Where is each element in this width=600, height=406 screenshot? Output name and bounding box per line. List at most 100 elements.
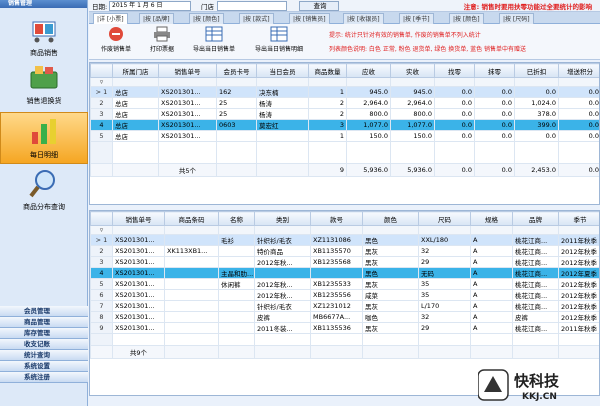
date-picker[interactable]: 2015 年 1 月 6 日 xyxy=(109,1,191,11)
table-row[interactable]: > 1 XS201301... 毛衫 针织衫/毛衣 XZ1131086 黑色 XXL/180… xyxy=(90,234,599,246)
summary-row: 共9个 xyxy=(90,345,599,359)
column-header[interactable]: 销售单号 xyxy=(158,63,217,78)
sidebar-item-label: 每日明细 xyxy=(30,151,58,159)
watermark-logo: 快科技 KKJ.CN xyxy=(477,368,596,402)
sidebar-item-label: 商品分布查询 xyxy=(23,203,65,211)
void-sale-button[interactable]: 作废销售单 xyxy=(93,26,139,53)
watermark-cn: 快科技 xyxy=(514,372,560,390)
filter-row[interactable]: ▿ xyxy=(90,77,599,87)
column-header[interactable]: 所属门店 xyxy=(112,63,159,78)
sidebar-item-label: 商品销售 xyxy=(30,49,58,57)
tab-salesperson[interactable]: |按 [销售员] xyxy=(289,13,330,24)
column-header[interactable] xyxy=(90,211,113,226)
filter-row[interactable]: ▿ xyxy=(90,225,599,235)
column-header[interactable]: 尺码 xyxy=(418,211,471,226)
export-details-button[interactable]: 导出当日销售明细 xyxy=(247,26,311,53)
tab-cashier[interactable]: |按 [收银员] xyxy=(343,13,384,24)
cart-icon xyxy=(27,14,61,46)
hint-text: 提示: 统计只针对有效的销售单, 作废的销售单不列入统计 xyxy=(329,32,481,39)
menu-product[interactable]: 商品管理 xyxy=(0,317,88,328)
menu-register[interactable]: 系统注册 xyxy=(0,372,88,383)
print-receipt-button[interactable]: 打印票据 xyxy=(143,26,181,53)
bar-chart-icon xyxy=(27,116,61,148)
sidebar-item-returns[interactable]: 销售退换货 xyxy=(0,62,88,106)
table-row[interactable]: 6 XS201301... 2012年秋... XB1235556 咸菜 35 A 桃花江商.… xyxy=(90,289,599,301)
query-button-label: 查询 xyxy=(313,2,327,10)
column-header[interactable]: 会员卡号 xyxy=(216,63,257,78)
tab-size[interactable]: |按 [尺码] xyxy=(499,13,534,24)
table-row-selected[interactable]: 4 XS201301... 主晶和肋... 黑色 无码 A 桃花江商... 2012年夏季 xyxy=(90,267,599,279)
menu-member[interactable]: 会员管理 xyxy=(0,306,88,317)
column-header[interactable]: 找零 xyxy=(434,63,475,78)
void-icon xyxy=(107,26,125,42)
table-row[interactable]: 2 XS201301... XK113XB1... 特价商品 XB1135570 黑灰 32… xyxy=(90,245,599,257)
export-sales-button[interactable]: 导出当日销售单 xyxy=(185,26,243,53)
column-header[interactable]: 销售单号 xyxy=(112,211,165,226)
column-header[interactable] xyxy=(90,63,113,78)
notice-text: 注意: 销售时要用扶零功能过全要统计的影响 xyxy=(463,3,592,11)
column-header[interactable]: 实收 xyxy=(390,63,435,78)
toolbar: 作废销售单 打印票据 导出当日销售单 导出当日销售明细 提示: 统计只针对有效的… xyxy=(89,24,600,60)
sidebar-header: 销售管理 xyxy=(0,0,87,8)
void-sale-label: 作废销售单 xyxy=(100,46,131,53)
tab-receipt[interactable]: |详 [小票] xyxy=(93,13,128,24)
table-row[interactable]: 5 总店 XS201301... 1 150.0 150.0 0.0 0.0 0.0 0.0 xyxy=(90,130,599,142)
printer-icon xyxy=(153,26,171,42)
column-header[interactable]: 已折扣 xyxy=(514,63,559,78)
column-header[interactable]: 抹零 xyxy=(474,63,515,78)
column-header[interactable]: 类别 xyxy=(254,211,311,226)
column-header[interactable]: 商品数量 xyxy=(308,63,347,78)
table-row[interactable]: 5 XS201301... 休闲裤 2012年秋... XB1235533 黑灰 35 A 桃花… xyxy=(90,278,599,290)
export-grid-icon xyxy=(205,26,223,42)
table-row[interactable]: 3 总店 XS201301... 25 杨涛 2 800.0 800.0 0.0 0.0 378.0… xyxy=(90,108,599,120)
column-header[interactable]: 品牌 xyxy=(512,211,559,226)
sidebar-bottom-menu: 会员管理 商品管理 库存管理 收支记账 统计查询 系统设置 系统注册 xyxy=(0,306,88,383)
menu-accounting[interactable]: 收支记账 xyxy=(0,339,88,350)
column-header[interactable]: 规格 xyxy=(470,211,513,226)
table-row-selected[interactable]: 4 总店 XS201301... 0603 莫宏红 3 1,077.0 1,077.0 0.0 0… xyxy=(90,119,599,131)
tab-color[interactable]: |按 [颜色] xyxy=(189,13,224,24)
menu-statistics[interactable]: 统计查询 xyxy=(0,350,88,361)
magnifier-icon xyxy=(27,168,61,200)
store-label: 门店 xyxy=(201,3,214,11)
export-details-label: 导出当日销售明细 xyxy=(254,46,303,53)
sidebar-item-daily-detail[interactable]: 每日明细 xyxy=(0,112,88,164)
color-legend-text: 列表颜色说明: 白色 正常, 粉色 退货单, 绿色 换货单, 蓝色 销售单中有赠… xyxy=(329,46,527,53)
sales-grid: 所属门店 销售单号 会员卡号 当日会员 商品数量 应收 实收 找零 抹零 已折扣… xyxy=(89,62,600,205)
export-grid-icon xyxy=(270,26,288,42)
column-header[interactable]: 颜色 xyxy=(362,211,419,226)
table-row[interactable]: > 1 总店 XS201301... 162 决东楠 1 945.0 945.0 0.0 0.0 0… xyxy=(90,86,599,98)
main-panel: 日期: 2015 年 1 月 6 日 门店 查询 注意: 销售时要用扶零功能过全… xyxy=(89,0,600,406)
column-header[interactable]: 款号 xyxy=(310,211,363,226)
filter-icon[interactable]: ▿ xyxy=(90,77,113,87)
column-header[interactable]: 名称 xyxy=(218,211,255,226)
sidebar-item-distribution-query[interactable]: 商品分布查询 xyxy=(0,168,88,212)
tab-bar: |详 [小票] |按 [品牌] |按 [颜色] |按 [款式] |按 [销售员]… xyxy=(89,12,600,24)
menu-inventory[interactable]: 库存管理 xyxy=(0,328,88,339)
tab-color-2[interactable]: |按 [颜色] xyxy=(449,13,484,24)
print-receipt-label: 打印票据 xyxy=(149,46,174,53)
table-row[interactable]: 9 XS201301... 2011冬装... XB1135536 黑灰 29 A 桃花江商.… xyxy=(90,322,599,334)
query-button[interactable]: 查询 xyxy=(299,1,339,11)
table-row[interactable]: 8 XS201301... 皮裤 MB6677A... 咖色 32 A 皮裤 2012年秋季 xyxy=(90,311,599,323)
tab-season[interactable]: |按 [季节] xyxy=(399,13,434,24)
summary-row: 共5个 9 5,936.0 5,936.0 0.0 0.0 2,453.0 0.0 xyxy=(90,163,599,177)
column-header[interactable]: 商品条码 xyxy=(164,211,219,226)
store-select[interactable] xyxy=(217,1,287,11)
tab-brand[interactable]: |按 [品牌] xyxy=(139,13,174,24)
sidebar-item-sales[interactable]: 商品销售 xyxy=(0,14,88,58)
sidebar-item-label: 销售退换货 xyxy=(26,97,62,105)
basket-icon xyxy=(27,62,61,94)
table-row[interactable]: 7 XS201301... 针织衫/毛衣 XZ1231012 黑灰 L/170 A 桃花江商.… xyxy=(90,300,599,312)
watermark-en: KKJ.CN xyxy=(522,392,557,402)
tab-style[interactable]: |按 [款式] xyxy=(239,13,274,24)
menu-settings[interactable]: 系统设置 xyxy=(0,361,88,372)
table-row[interactable]: 2 总店 XS201301... 25 杨涛 2 2,964.0 2,964.0 0.0 0.0 1… xyxy=(90,97,599,109)
column-header[interactable]: 当日会员 xyxy=(256,63,309,78)
sidebar: 销售管理 商品销售 销售退换货 每日明细 商品分布查询 会员管理 商品管理 库存… xyxy=(0,0,88,406)
column-header[interactable]: 季节 xyxy=(558,211,599,226)
column-header[interactable]: 增送积分 xyxy=(558,63,599,78)
filter-icon[interactable]: ▿ xyxy=(90,225,113,235)
column-header[interactable]: 应收 xyxy=(346,63,391,78)
table-row[interactable]: 3 XS201301... 2012年秋... XB1235568 黑灰 29 A 桃花江商.… xyxy=(90,256,599,268)
